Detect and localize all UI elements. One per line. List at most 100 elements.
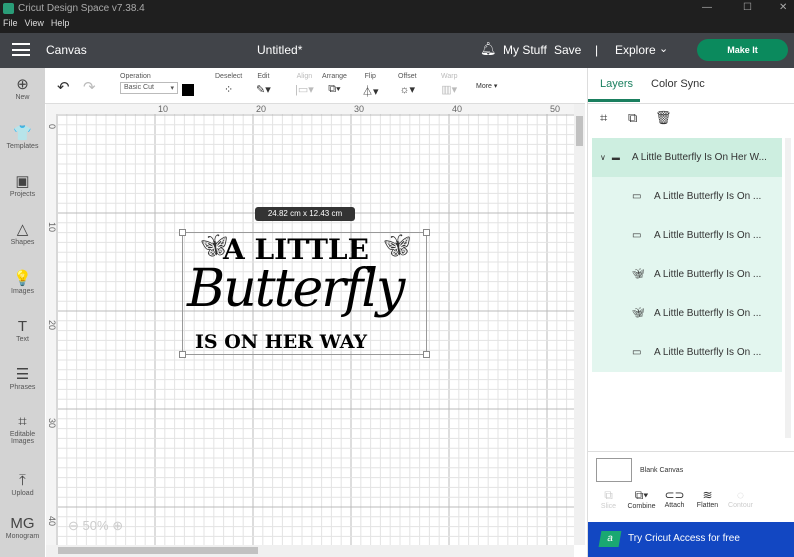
tab-layers[interactable]: Layers: [600, 78, 633, 90]
layer-thumbnail: ▭: [632, 191, 642, 202]
minimize-button[interactable]: —: [702, 2, 712, 13]
left-sidebar: ⊕ New 👕 Templates ▣ Projects △ Shapes 💡 Images T Te…: [0, 68, 45, 557]
sidebar-item-phrases[interactable]: ☰ Phrases: [0, 366, 45, 391]
menu-file[interactable]: File: [3, 18, 18, 28]
projects-icon: ▣: [15, 173, 30, 190]
zoom-out-button[interactable]: ⊖: [68, 518, 79, 533]
duplicate-icon[interactable]: ⧉: [628, 110, 637, 126]
editable-images-icon: ⌗: [18, 413, 27, 430]
my-stuff-link[interactable]: My Stuff: [503, 43, 547, 57]
sidebar-label: Monogram: [5, 533, 40, 540]
save-button[interactable]: Save: [554, 43, 581, 57]
menu-view[interactable]: View: [25, 18, 44, 28]
offset-button[interactable]: Offset ☼▾: [398, 73, 417, 96]
layer-item[interactable]: 🦋︎ A Little Butterfly Is On ...: [592, 255, 782, 294]
close-button[interactable]: ✕: [779, 2, 787, 13]
hamburger-icon[interactable]: [12, 43, 30, 56]
monogram-icon: MG: [10, 515, 35, 532]
resize-handle[interactable]: [423, 229, 430, 236]
deselect-button[interactable]: Deselect ⁘: [215, 73, 242, 96]
redo-icon[interactable]: ↷: [83, 78, 96, 96]
bell-icon[interactable]: 🔔︎: [480, 41, 497, 57]
document-title: Untitled*: [257, 43, 303, 57]
new-icon: ⊕: [16, 76, 29, 93]
align-button[interactable]: Align |▭▾: [295, 73, 314, 96]
layer-item[interactable]: 🦋︎ A Little Butterfly Is On ...: [592, 294, 782, 333]
header: Canvas Untitled* 🔔︎ My Stuff Save | Expl…: [0, 33, 794, 68]
warp-button[interactable]: Warp ▥▾: [441, 73, 457, 96]
color-swatch[interactable]: [182, 84, 194, 96]
zoom-in-button[interactable]: ⊕: [112, 518, 123, 533]
images-icon: 💡: [13, 270, 32, 287]
sidebar-label: Templates: [6, 143, 39, 150]
layer-group[interactable]: ∨ ▬ A Little Butterfly Is On Her W...: [592, 138, 782, 177]
delete-icon[interactable]: 🗑︎: [655, 110, 672, 126]
top-ruler: [46, 104, 574, 114]
sidebar-label: Phrases: [9, 384, 36, 391]
cricut-access-banner[interactable]: a Try Cricut Access for free: [588, 522, 794, 557]
more-menu[interactable]: More ▾: [476, 82, 497, 90]
y-tick-label: 20: [47, 320, 57, 330]
combine-button[interactable]: ⧉▾ Combine: [625, 488, 658, 510]
chevron-down-icon: ∨: [600, 153, 606, 162]
layer-thumbnail: ▭: [632, 347, 642, 358]
sidebar-item-new[interactable]: ⊕ New: [0, 76, 45, 101]
design-canvas[interactable]: 10 20 30 40 50 0 10 20 30 40 24.82 cm x 12.43 cm …: [46, 104, 574, 545]
sidebar-item-editable-images[interactable]: ⌗ Editable Images: [0, 413, 45, 445]
sidebar-item-projects[interactable]: ▣ Projects: [0, 173, 45, 198]
tab-color-sync[interactable]: Color Sync: [651, 78, 705, 90]
edit-button[interactable]: Edit ✎▾: [256, 73, 271, 96]
y-tick-label: 30: [47, 418, 57, 428]
sidebar-item-upload[interactable]: ⤒ Upload: [0, 472, 45, 497]
sidebar-label: Upload: [11, 490, 34, 497]
edit-toolbar: ↶ ↷ Operation Basic Cut ▾ Deselect ⁘ Edit ✎…: [45, 68, 585, 104]
sidebar-label: Projects: [9, 191, 36, 198]
layer-label: A Little Butterfly Is On ...: [654, 191, 762, 202]
explore-menu[interactable]: Explore: [615, 43, 656, 57]
sidebar-item-shapes[interactable]: △ Shapes: [0, 221, 45, 246]
flatten-button[interactable]: ≋ Flatten: [691, 488, 724, 509]
blank-canvas-swatch[interactable]: [596, 458, 632, 482]
x-tick-label: 40: [452, 104, 462, 114]
deselect-icon: ⁘: [224, 84, 234, 96]
layer-label: A Little Butterfly Is On ...: [654, 347, 762, 358]
app-logo-icon: [3, 3, 14, 14]
make-it-button[interactable]: Make It: [697, 39, 788, 61]
group-icon[interactable]: ⌗: [600, 110, 607, 126]
chevron-down-icon[interactable]: ⌄: [659, 42, 668, 55]
layer-label: A Little Butterfly Is On ...: [654, 230, 762, 241]
slice-button[interactable]: ⧉ Slice: [592, 488, 625, 510]
menu-help[interactable]: Help: [51, 18, 70, 28]
sidebar-item-templates[interactable]: 👕 Templates: [0, 125, 45, 150]
action-label: Contour: [728, 502, 753, 509]
sidebar-item-monogram[interactable]: MG Monogram: [0, 515, 45, 540]
resize-handle[interactable]: [179, 229, 186, 236]
flip-button[interactable]: Flip ⏃▾: [362, 73, 379, 99]
horizontal-scrollbar[interactable]: [46, 545, 574, 557]
operation-select[interactable]: Basic Cut ▾: [120, 82, 178, 94]
zoom-control: ⊖ 50% ⊕: [68, 518, 123, 534]
phrases-icon: ☰: [15, 366, 30, 383]
attach-button[interactable]: ⊂⊃ Attach: [658, 488, 691, 509]
maximize-button[interactable]: ☐: [743, 2, 752, 13]
butterfly-icon: 🦋︎: [383, 233, 411, 258]
resize-handle[interactable]: [179, 351, 186, 358]
arrange-button[interactable]: Arrange ⧉▾: [322, 73, 347, 96]
vertical-scrollbar[interactable]: [574, 104, 585, 545]
layers-scrollbar[interactable]: [785, 138, 791, 438]
operation-label: Operation: [120, 73, 151, 80]
contour-button[interactable]: ◌ Contour: [724, 488, 757, 509]
layer-item[interactable]: ▭ A Little Butterfly Is On ...: [592, 177, 782, 216]
undo-icon[interactable]: ↶: [57, 78, 70, 96]
selection-box[interactable]: 🦋︎ 🦋︎ A LITTLE Butterfly IS ON HER WAY: [179, 229, 430, 358]
layer-item[interactable]: ▭ A Little Butterfly Is On ...: [592, 333, 782, 372]
sidebar-item-images[interactable]: 💡 Images: [0, 270, 45, 295]
sidebar-item-text[interactable]: T Text: [0, 318, 45, 343]
layer-item[interactable]: ▭ A Little Butterfly Is On ...: [592, 216, 782, 255]
text-icon: T: [17, 318, 28, 335]
flip-icon: ⏃▾: [362, 86, 379, 98]
resize-handle[interactable]: [423, 351, 430, 358]
upload-icon: ⤒: [19, 472, 26, 489]
size-label: 24.82 cm x 12.43 cm: [255, 207, 355, 221]
pencil-icon: ✎▾: [256, 84, 271, 96]
